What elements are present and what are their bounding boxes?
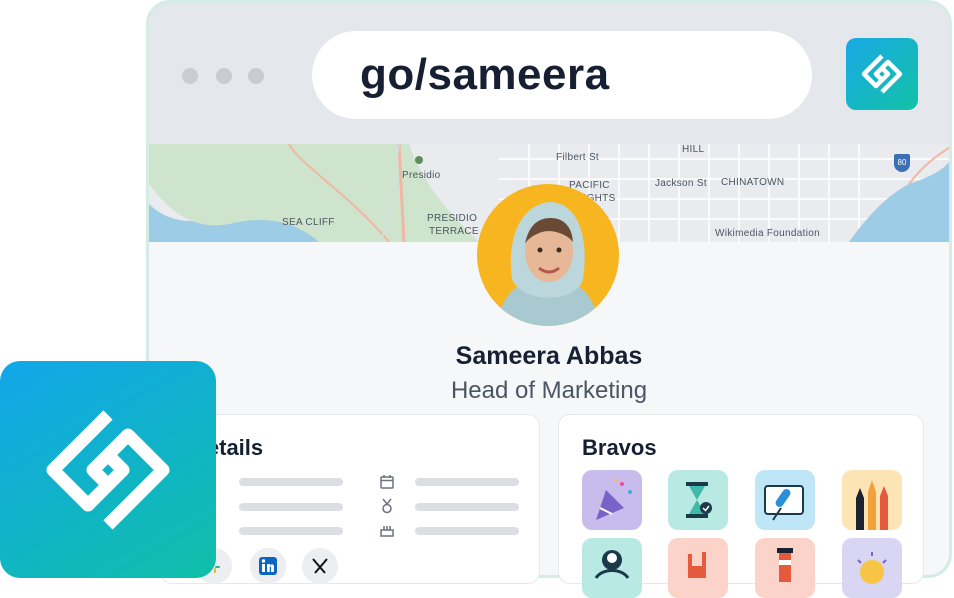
profile-title: Head of Marketing xyxy=(450,377,648,404)
microphone-icon[interactable] xyxy=(755,470,815,530)
map-label: SEA CLIFF xyxy=(282,217,335,228)
detail-placeholder xyxy=(415,527,519,535)
url-text: go/sameera xyxy=(360,50,610,99)
map-label: Presidio xyxy=(402,170,441,181)
map-label: TERRACE xyxy=(429,226,479,237)
map-label: Wikimedia Foundation xyxy=(715,228,820,239)
detail-placeholder xyxy=(239,527,343,535)
lighthouse-icon[interactable] xyxy=(755,538,815,598)
map-label: CHINATOWN xyxy=(721,177,785,188)
x-icon[interactable] xyxy=(302,548,338,584)
detail-placeholder xyxy=(239,478,343,486)
rock-hand-icon[interactable] xyxy=(668,538,728,598)
cake-icon xyxy=(379,522,395,538)
party-popper-icon[interactable] xyxy=(582,470,642,530)
calendar-icon xyxy=(379,474,395,490)
window-dot xyxy=(248,68,264,84)
hourglass-icon[interactable] xyxy=(668,470,728,530)
golinks-logo-icon xyxy=(0,361,216,578)
golinks-logo-icon[interactable] xyxy=(846,38,918,110)
detail-placeholder xyxy=(415,503,519,511)
highway-shield-icon: 80 xyxy=(894,154,910,172)
raised-hands-icon[interactable] xyxy=(842,470,902,530)
medal-icon xyxy=(379,498,395,514)
map-label: Jackson St xyxy=(655,178,707,189)
sun-icon[interactable] xyxy=(842,538,902,598)
bravos-heading: Bravos xyxy=(582,435,657,460)
window-dot xyxy=(216,68,232,84)
address-bar[interactable]: go/sameera xyxy=(312,31,812,119)
avatar xyxy=(477,184,619,326)
map-label: Filbert St xyxy=(556,152,600,163)
person-icon[interactable] xyxy=(582,538,642,598)
detail-placeholder xyxy=(239,503,343,511)
map-label: HILL xyxy=(682,144,705,155)
window-dot xyxy=(182,68,198,84)
profile-name: Sameera Abbas xyxy=(455,342,643,370)
linkedin-icon[interactable] xyxy=(250,548,286,584)
detail-placeholder xyxy=(415,478,519,486)
map-label: PRESIDIO xyxy=(427,213,478,224)
